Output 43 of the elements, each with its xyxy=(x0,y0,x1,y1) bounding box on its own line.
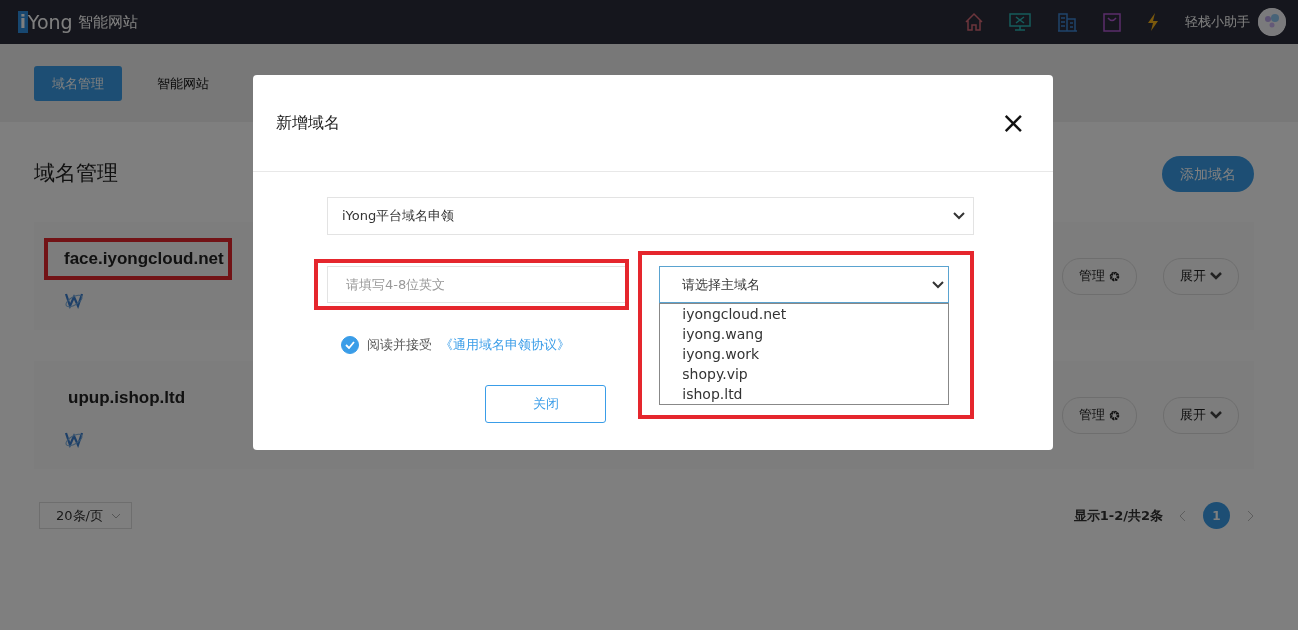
building-icon[interactable] xyxy=(1056,12,1078,32)
site-name: 智能网站 xyxy=(77,11,138,33)
dropdown-option[interactable]: iyong.wang xyxy=(682,324,926,344)
check-icon xyxy=(345,340,355,349)
agreement-text: 阅读并接受 xyxy=(367,336,432,354)
caret-icon xyxy=(932,280,944,289)
manage-button[interactable]: 管理 xyxy=(1062,396,1137,434)
agreement-link[interactable]: 《通用域名申领协议》 xyxy=(440,335,570,355)
page-size-select[interactable]: 20条/页 xyxy=(39,502,132,529)
dropdown-option[interactable]: shopy.vip xyxy=(682,364,926,384)
dropdown-option[interactable]: iyongcloud.net xyxy=(682,304,926,324)
dialog-title: 新增域名 xyxy=(276,112,340,134)
dropdown-option[interactable]: iyong.work xyxy=(682,344,926,364)
monitor-icon[interactable] xyxy=(1009,12,1031,32)
expand-button[interactable]: 展开 xyxy=(1163,257,1239,295)
gear-icon xyxy=(1109,270,1120,282)
subdomain-field[interactable]: 请填写4-8位英文 xyxy=(327,266,627,303)
logo-mark: i xyxy=(18,11,28,33)
previous-page-icon[interactable] xyxy=(1179,509,1187,522)
shopping-bag-icon[interactable] xyxy=(1103,12,1121,32)
close-button[interactable]: × xyxy=(996,108,1030,138)
page-title: 域名管理 xyxy=(34,160,118,188)
pagination-summary: 显示1-2/共2条 xyxy=(1073,506,1163,525)
user-name[interactable]: 轻栈小助手 xyxy=(1185,12,1250,32)
home-icon[interactable] xyxy=(964,12,984,32)
expand-button[interactable]: 展开 xyxy=(1163,396,1239,434)
next-page-icon[interactable] xyxy=(1246,509,1254,522)
caret-icon xyxy=(110,512,121,519)
agreement-checkbox[interactable] xyxy=(341,335,359,354)
avatar[interactable] xyxy=(1258,8,1286,36)
chevron-down-icon xyxy=(1210,411,1222,419)
gear-icon xyxy=(1109,409,1120,421)
chevron-down-icon xyxy=(1210,272,1222,280)
main-domain-select[interactable]: 请选择主域名 xyxy=(659,266,949,303)
nav-tab[interactable]: 智能网站 xyxy=(145,66,221,101)
domain-type-select[interactable]: iYong平台域名申领 xyxy=(327,197,974,235)
dialog-close-button[interactable]: 关闭 xyxy=(485,384,606,423)
manage-button[interactable]: 管理 xyxy=(1062,257,1137,295)
caret-icon xyxy=(953,212,965,220)
lightning-icon[interactable] xyxy=(1146,12,1160,32)
dropdown-option[interactable]: ishop.ltd xyxy=(682,384,926,404)
domain-name: upup.ishop.ltd xyxy=(67,387,187,410)
logo-text: Yong xyxy=(27,9,73,35)
